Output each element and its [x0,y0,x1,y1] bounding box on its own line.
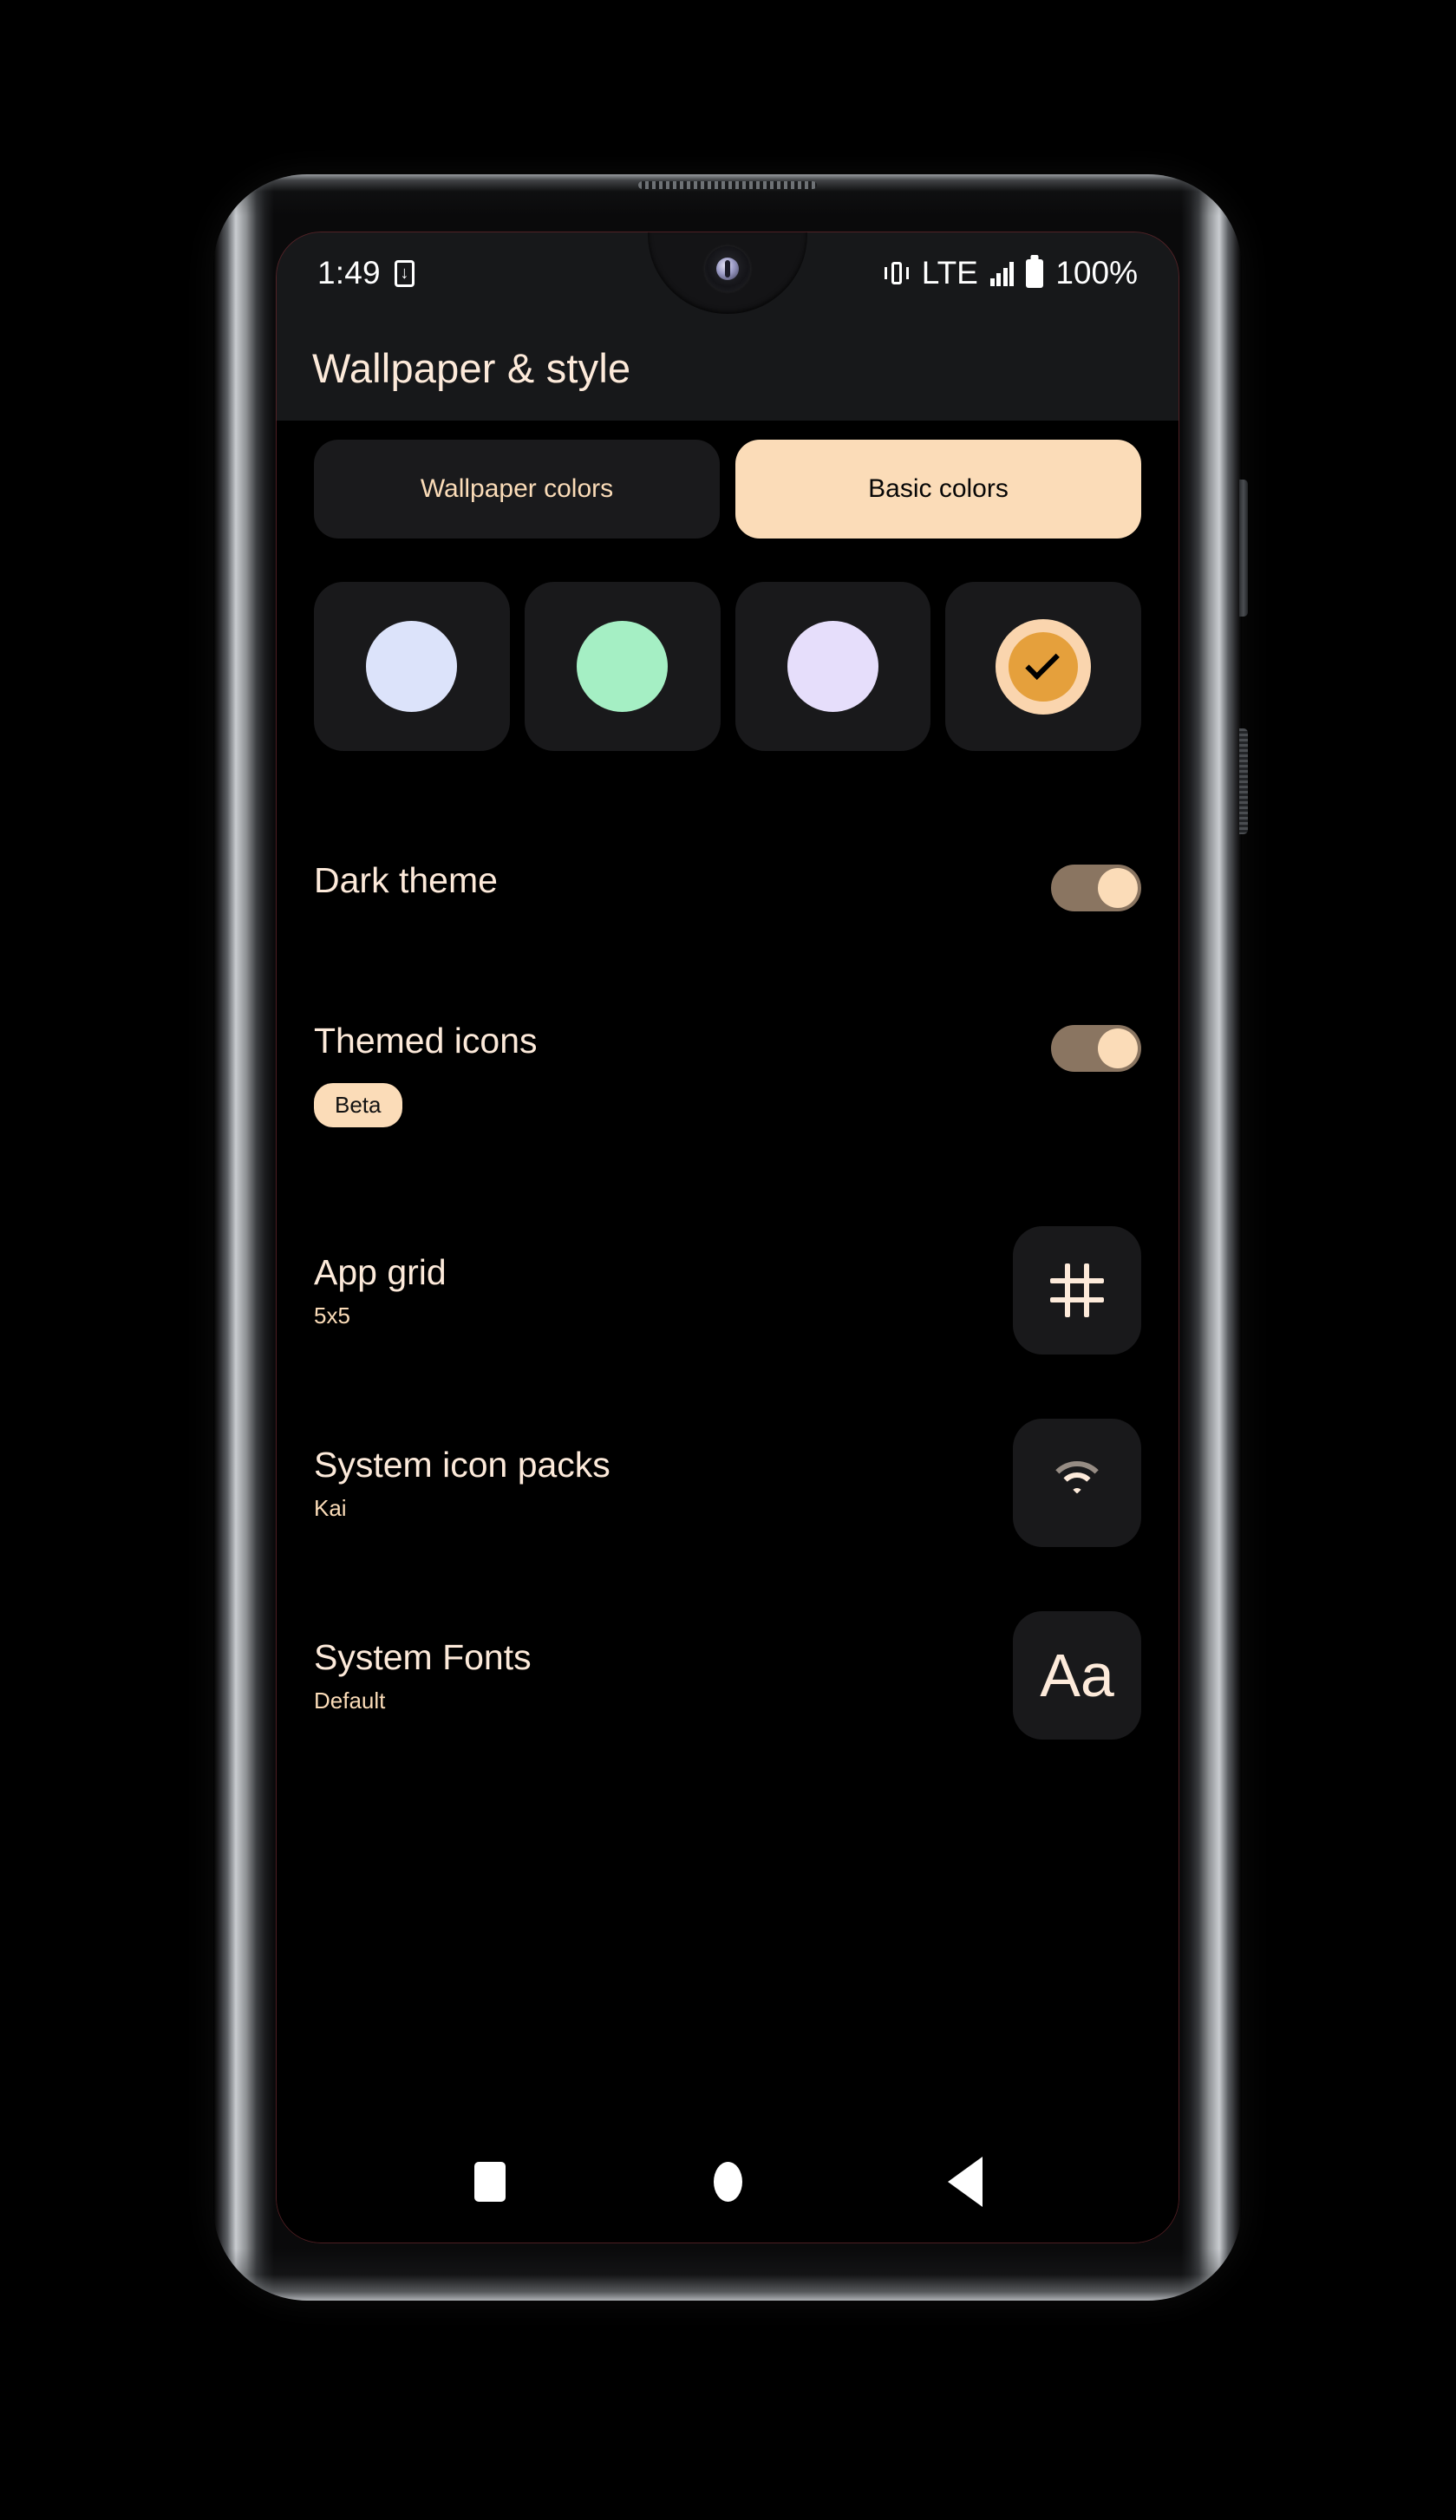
recents-square-icon [474,2162,506,2202]
icon-packs-title: System icon packs [314,1445,610,1485]
swatch-blue [366,621,458,712]
swatch-tile-orange[interactable] [945,582,1141,751]
app-grid-texts: App grid 5x5 [314,1251,447,1329]
tab-basic-colors-label: Basic colors [868,474,1009,503]
fonts-value: Default [314,1688,386,1714]
nav-recents-button[interactable] [451,2143,529,2221]
network-type-label: LTE [921,255,978,291]
setting-row-app-grid[interactable]: App grid 5x5 [314,1226,1141,1355]
earpiece-speaker [638,181,817,189]
swatch-tile-blue[interactable] [314,582,510,751]
status-time: 1:49 [317,255,381,291]
aa-text-icon: Aa [1040,1642,1114,1710]
swatch-tile-green[interactable] [524,582,721,751]
navigation-bar [276,2120,1179,2243]
setting-row-system-icon-packs[interactable]: System icon packs Kai [314,1419,1141,1548]
app-bar: Wallpaper & style [276,315,1179,421]
home-circle-icon [713,2162,742,2202]
themed-icons-texts: Themed icons Beta [314,1020,538,1128]
dark-theme-title: Dark theme [314,860,498,900]
color-swatch-row [314,582,1141,751]
setting-row-dark-theme[interactable]: Dark theme [314,859,1141,911]
setting-row-themed-icons[interactable]: Themed icons Beta [314,1020,1141,1128]
themed-icons-toggle-knob [1098,1028,1138,1068]
tab-basic-colors[interactable]: Basic colors [735,440,1141,539]
dark-theme-texts: Dark theme [314,859,498,900]
battery-full-icon [1026,258,1044,288]
power-button[interactable] [1239,728,1248,834]
app-grid-value: 5x5 [314,1302,350,1329]
back-triangle-icon [948,2157,983,2207]
swatch-orange-inner [1009,631,1079,702]
tab-wallpaper-colors[interactable]: Wallpaper colors [314,440,720,539]
dark-theme-toggle[interactable] [1051,865,1141,911]
nav-home-button[interactable] [689,2143,767,2221]
settings-content: Wallpaper colors Basic colors Dark theme… [276,421,1179,2243]
volume-button[interactable] [1239,480,1248,617]
status-bar-left: 1:49 [317,255,415,291]
app-grid-tile[interactable] [1013,1226,1141,1355]
themed-icons-toggle[interactable] [1051,1025,1141,1072]
phone-screen: 1:49 LTE 100% Wallpaper & style [276,232,1179,2243]
swatch-purple [787,621,878,712]
icon-packs-tile[interactable] [1013,1419,1141,1548]
setting-row-system-fonts[interactable]: System Fonts Default Aa [314,1611,1141,1740]
battery-percent-label: 100% [1055,255,1138,291]
fonts-texts: System Fonts Default [314,1636,532,1714]
swatch-tile-purple[interactable] [735,582,931,751]
beta-badge: Beta [314,1083,402,1128]
dark-theme-toggle-knob [1098,868,1138,908]
status-bar-right: LTE 100% [884,255,1138,291]
signal-bars-icon [989,260,1015,286]
phone-frame: 1:49 LTE 100% Wallpaper & style [213,174,1248,2301]
nav-back-button[interactable] [926,2143,1004,2221]
grid-icon [1050,1263,1104,1318]
page-title: Wallpaper & style [312,344,631,391]
themed-icons-title: Themed icons [314,1021,538,1061]
wifi-icon [1047,1461,1107,1505]
check-icon [1024,645,1060,681]
vibrate-icon [884,260,910,286]
fonts-tile[interactable]: Aa [1013,1611,1141,1740]
swatch-green [577,621,669,712]
icon-packs-value: Kai [314,1495,347,1522]
icon-packs-texts: System icon packs Kai [314,1444,610,1522]
fonts-title: System Fonts [314,1637,532,1678]
front-camera-icon [705,246,750,291]
app-grid-title: App grid [314,1252,447,1293]
tab-wallpaper-colors-label: Wallpaper colors [420,474,614,503]
swatch-orange-selected [996,618,1092,715]
download-to-phone-icon [394,259,415,287]
color-source-tabs: Wallpaper colors Basic colors [314,440,1141,539]
